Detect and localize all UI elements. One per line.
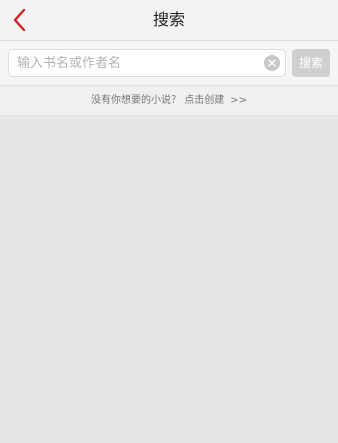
- search-field: [8, 49, 286, 77]
- results-area: [0, 116, 338, 443]
- top-bar: 搜索: [0, 0, 338, 41]
- search-bar: 搜索: [0, 41, 338, 86]
- clear-button[interactable]: [264, 55, 280, 71]
- double-chevron-right-icon: >>: [230, 95, 247, 106]
- create-novel-link[interactable]: 没有你想要的小说？ 点击创建 >>: [0, 86, 338, 116]
- search-input[interactable]: [17, 50, 257, 76]
- page-title: 搜索: [152, 10, 185, 29]
- create-hint-text: 没有你想要的小说？ 点击创建: [91, 95, 225, 106]
- search-button[interactable]: 搜索: [292, 49, 330, 77]
- clear-icon: [268, 59, 276, 67]
